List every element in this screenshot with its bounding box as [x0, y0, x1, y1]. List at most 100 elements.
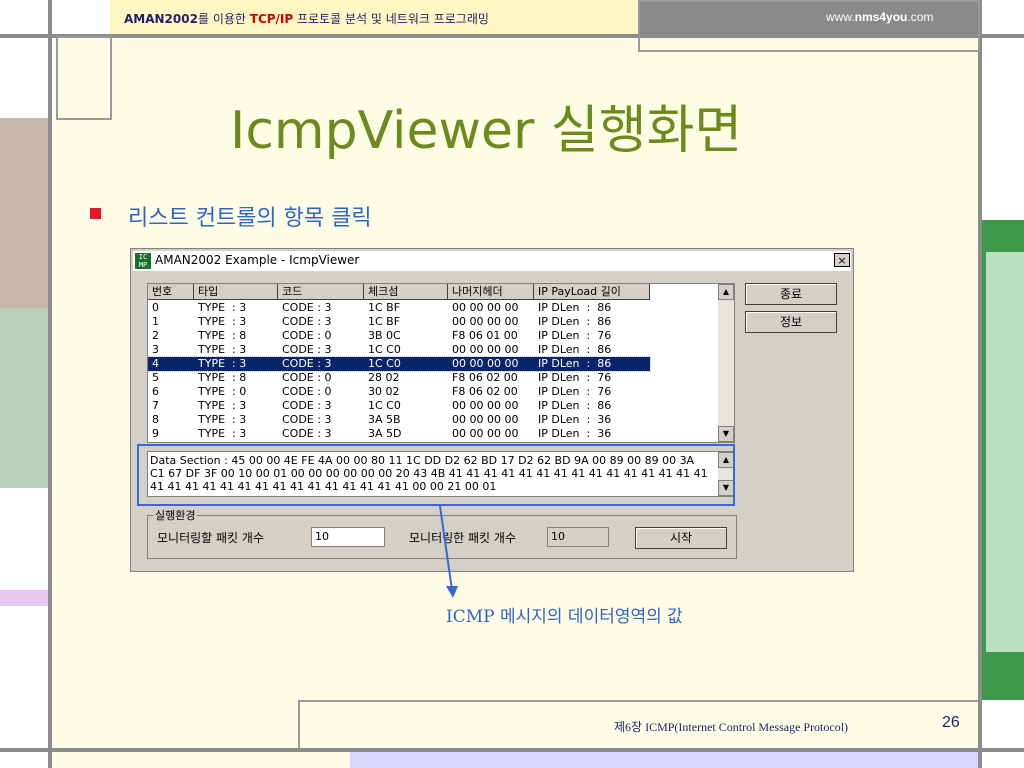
- footer-chapter: 제6장 ICMP(Internet Control Message Protoc…: [614, 720, 849, 734]
- cell-code: CODE : 0: [282, 385, 332, 398]
- cell-rest-header: 00 00 00 00: [452, 427, 519, 440]
- cell-rest-header: 00 00 00 00: [452, 315, 519, 328]
- cell-number: 2: [152, 329, 159, 342]
- table-row[interactable]: 6 TYPE : 0 CODE : 0 30 02 F8 06 02 00 IP DLen…: [148, 385, 650, 399]
- info-button[interactable]: 정보: [745, 311, 837, 333]
- header-mid2: 프로토콜 분석 및 네트워크 프로그래밍: [293, 12, 489, 26]
- cell-rest-header: 00 00 00 00: [452, 301, 519, 314]
- bottom-band-lavender: [350, 752, 978, 768]
- cell-checksum: 1C BF: [368, 315, 401, 328]
- cell-type: TYPE : 0: [198, 385, 247, 398]
- col-number[interactable]: 번호: [148, 284, 194, 300]
- cell-code: CODE : 3: [282, 315, 332, 328]
- count-input[interactable]: 10: [311, 527, 385, 547]
- cell-number: 1: [152, 315, 159, 328]
- cell-number: 9: [152, 427, 159, 440]
- cell-type: TYPE : 8: [198, 371, 247, 384]
- cell-type: TYPE : 3: [198, 399, 247, 412]
- cell-checksum: 1C C0: [368, 343, 401, 356]
- table-row[interactable]: 9 TYPE : 3 CODE : 3 3A 5D 00 00 00 00 IP DLen…: [148, 427, 650, 441]
- icmpviewer-window: IC MP AMAN2002 Example - IcmpViewer × 번호…: [130, 248, 854, 572]
- table-row[interactable]: 8 TYPE : 3 CODE : 3 3A 5B 00 00 00 00 IP DLen…: [148, 413, 650, 427]
- col-rest-header[interactable]: 나머지헤더: [448, 284, 534, 300]
- cell-checksum: 30 02: [368, 385, 400, 398]
- window-title: AMAN2002 Example - IcmpViewer: [155, 253, 360, 267]
- table-row[interactable]: 7 TYPE : 3 CODE : 3 1C C0 00 00 00 00 IP DLen…: [148, 399, 650, 413]
- page-number: 26: [942, 714, 960, 731]
- close-button[interactable]: ×: [834, 253, 850, 267]
- cell-rest-header: 00 00 00 00: [452, 343, 519, 356]
- cell-checksum: 1C C0: [368, 357, 401, 370]
- col-code[interactable]: 코드: [278, 284, 364, 300]
- cell-checksum: 3A 5B: [368, 413, 401, 426]
- cell-number: 5: [152, 371, 159, 384]
- scroll-up-icon[interactable]: ▲: [718, 284, 734, 300]
- site-url: www.nms4you.com: [826, 10, 933, 24]
- footer-rule-vertical: [298, 700, 300, 748]
- cell-rest-header: 00 00 00 00: [452, 413, 519, 426]
- list-header: 번호 타입 코드 체크섬 나머지헤더 IP PayLoad 길이: [148, 284, 734, 301]
- cell-type: TYPE : 8: [198, 329, 247, 342]
- table-row[interactable]: 1 TYPE : 3 CODE : 3 1C BF 00 00 00 00 IP DLen…: [148, 315, 650, 329]
- exit-button[interactable]: 종료: [745, 283, 837, 305]
- cell-payload-length: IP DLen : 86: [538, 357, 612, 370]
- left-block-lavender: [0, 590, 48, 606]
- bullet-icon: [90, 208, 101, 219]
- site-suffix: .com: [907, 10, 934, 24]
- cell-code: CODE : 3: [282, 413, 332, 426]
- cell-payload-length: IP DLen : 86: [538, 301, 612, 314]
- cell-checksum: 1C C0: [368, 399, 401, 412]
- slide: AMAN2002를 이용한 TCP/IP 프로토콜 분석 및 네트워크 프로그래…: [0, 0, 1024, 768]
- cell-number: 3: [152, 343, 159, 356]
- table-row[interactable]: 3 TYPE : 3 CODE : 3 1C C0 00 00 00 00 IP DLen…: [148, 343, 650, 357]
- cell-payload-length: IP DLen : 36: [538, 413, 612, 426]
- cell-rest-header: F8 06 01 00: [452, 329, 518, 342]
- pointer-arrow-icon: [439, 506, 458, 598]
- col-checksum[interactable]: 체크섬: [364, 284, 448, 300]
- cell-type: TYPE : 3: [198, 357, 247, 370]
- cell-type: TYPE : 3: [198, 343, 247, 356]
- cell-number: 6: [152, 385, 159, 398]
- group-label: 실행환경: [153, 507, 198, 523]
- cell-code: CODE : 3: [282, 399, 332, 412]
- cell-code: CODE : 3: [282, 343, 332, 356]
- cell-checksum: 1C BF: [368, 301, 401, 314]
- col-payload-length[interactable]: IP PayLoad 길이: [534, 284, 650, 300]
- header-tcpip: TCP/IP: [249, 12, 294, 26]
- cell-checksum: 3A 5D: [368, 427, 402, 440]
- header-title: AMAN2002를 이용한 TCP/IP 프로토콜 분석 및 네트워크 프로그래…: [124, 10, 489, 27]
- cell-number: 7: [152, 399, 159, 412]
- col-type[interactable]: 타입: [194, 284, 278, 300]
- bullet-text: 리스트 컨트롤의 항목 클릭: [128, 206, 372, 231]
- table-row[interactable]: 4 TYPE : 3 CODE : 3 1C C0 00 00 00 00 IP DLen…: [148, 356, 651, 372]
- cell-rest-header: F8 06 02 00: [452, 385, 518, 398]
- left-block-brown: [0, 118, 48, 308]
- right-block-light: [986, 252, 1024, 652]
- table-row[interactable]: 5 TYPE : 8 CODE : 0 28 02 F8 06 02 00 IP DLen…: [148, 371, 650, 385]
- header-brand: AMAN2002: [124, 12, 198, 26]
- cell-code: CODE : 3: [282, 301, 332, 314]
- site-bold: nms4you: [854, 10, 908, 24]
- app-icon: IC MP: [135, 253, 151, 269]
- site-prefix: www.: [826, 10, 855, 24]
- packet-list[interactable]: 번호 타입 코드 체크섬 나머지헤더 IP PayLoad 길이 0 TYPE :…: [147, 283, 735, 443]
- cell-number: 4: [152, 357, 159, 370]
- cell-rest-header: 00 00 00 00: [452, 399, 519, 412]
- header-mid1: 를 이용한: [197, 12, 250, 26]
- table-row[interactable]: 2 TYPE : 8 CODE : 0 3B 0C F8 06 01 00 IP DLen…: [148, 329, 650, 343]
- cell-rest-header: F8 06 02 00: [452, 371, 518, 384]
- cell-payload-length: IP DLen : 76: [538, 371, 612, 384]
- cell-number: 0: [152, 301, 159, 314]
- caption: ICMP 메시지의 데이터영역의 값: [446, 607, 683, 627]
- table-row[interactable]: 0 TYPE : 3 CODE : 3 1C BF 00 00 00 00 IP DLen…: [148, 301, 650, 315]
- frame-line-left: [48, 0, 52, 768]
- decor-square: [56, 36, 112, 120]
- scroll-down-icon[interactable]: ▼: [718, 426, 734, 442]
- cell-payload-length: IP DLen : 76: [538, 385, 612, 398]
- start-button[interactable]: 시작: [635, 527, 727, 549]
- footer-rule: [298, 700, 978, 702]
- window-titlebar: IC MP AMAN2002 Example - IcmpViewer ×: [133, 251, 851, 271]
- list-scrollbar[interactable]: ▲ ▼: [718, 284, 734, 442]
- data-section-highlight: [137, 444, 735, 506]
- cell-payload-length: IP DLen : 86: [538, 315, 612, 328]
